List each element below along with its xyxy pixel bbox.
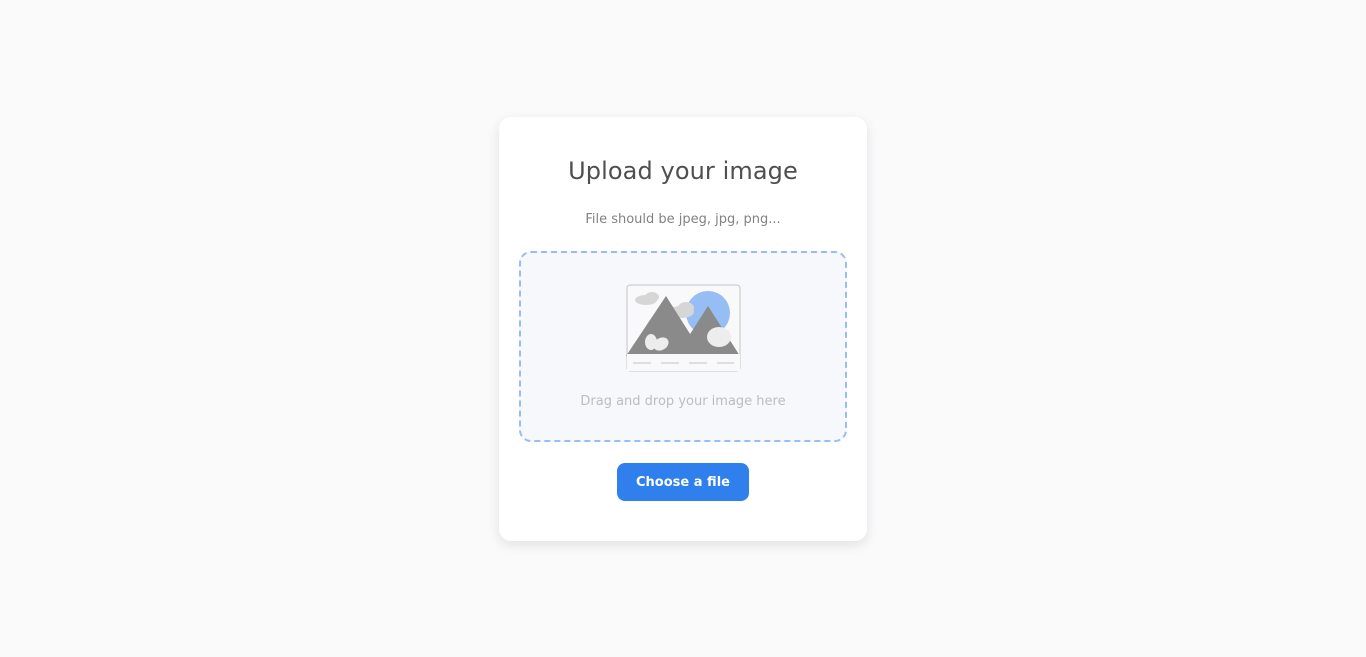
upload-subtitle: File should be jpeg, jpg, png...: [585, 212, 781, 227]
upload-card: Upload your image File should be jpeg, j…: [499, 117, 867, 541]
upload-title: Upload your image: [568, 157, 798, 185]
drop-zone-text: Drag and drop your image here: [580, 394, 786, 409]
choose-file-button[interactable]: Choose a file: [617, 463, 749, 501]
drop-zone[interactable]: Drag and drop your image here: [519, 251, 847, 442]
image-placeholder-icon: [626, 284, 741, 372]
